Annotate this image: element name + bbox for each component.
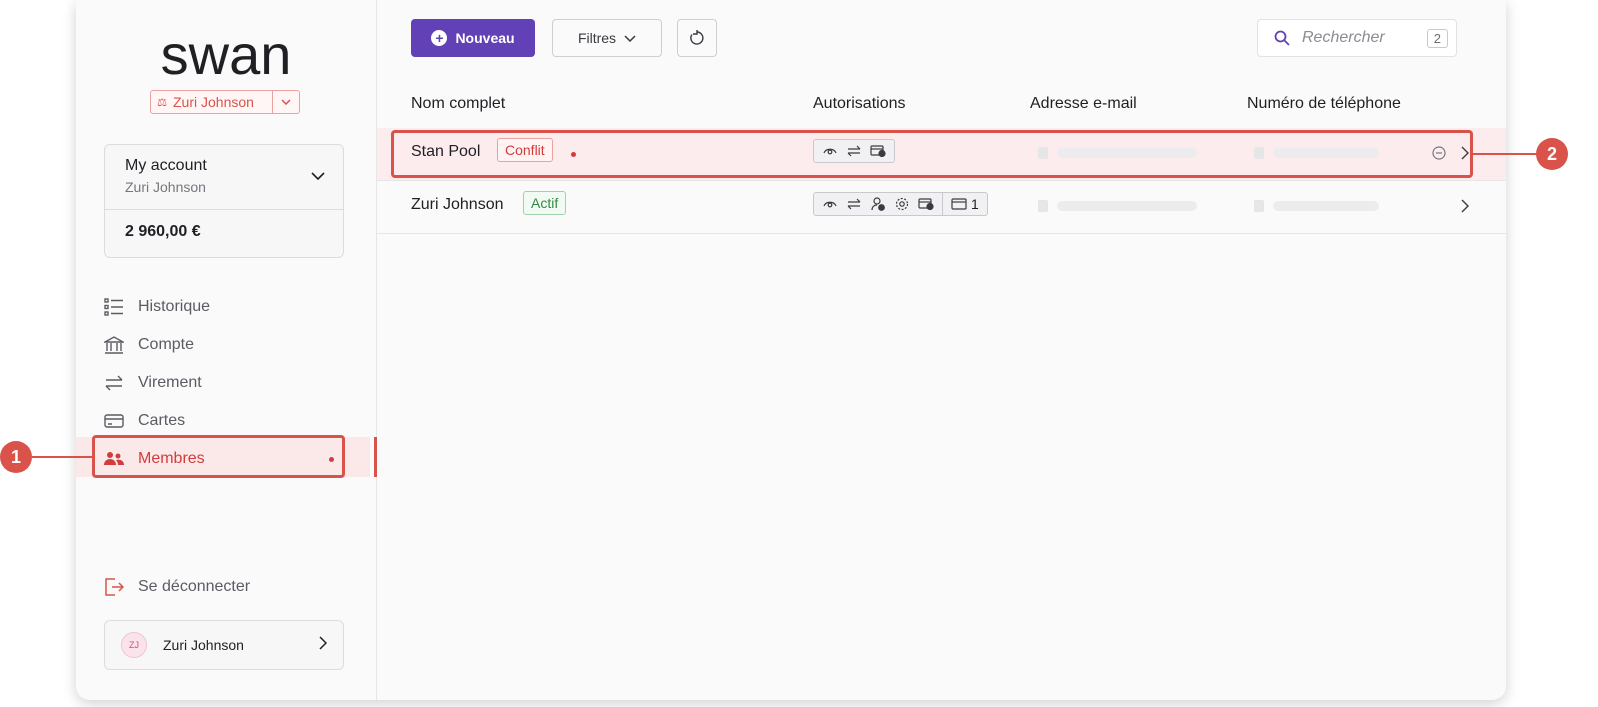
settings-icon	[890, 193, 914, 215]
account-name: My account	[125, 157, 207, 174]
flask-icon: ⚖	[157, 96, 167, 109]
email-value-redacted	[1057, 201, 1197, 211]
nav-label: Cartes	[138, 412, 186, 429]
refresh-button[interactable]	[677, 19, 717, 57]
nav-item-historique[interactable]: Historique	[104, 288, 344, 326]
account-card[interactable]: My account Zuri Johnson 2 960,00 €	[104, 144, 344, 258]
filters-button[interactable]: Filtres	[552, 19, 662, 57]
sidebar: swan ⚖ Zuri Johnson My account Zuri John…	[76, 0, 377, 700]
divider	[942, 193, 943, 215]
card-icon	[104, 413, 138, 429]
nav-item-virement[interactable]: Virement	[104, 364, 344, 402]
card-add-icon	[914, 193, 938, 215]
email-icon	[1037, 199, 1049, 218]
highlight-box-membres	[92, 435, 345, 478]
project-name: Zuri Johnson	[173, 94, 254, 110]
nav-label: Virement	[138, 374, 202, 391]
user-name: Zuri Johnson	[163, 637, 244, 653]
logout-label: Se déconnecter	[138, 578, 251, 595]
annotation-marker-2: 2	[1536, 138, 1568, 170]
phone-value-redacted	[1273, 201, 1379, 211]
nav-item-compte[interactable]: Compte	[104, 326, 344, 364]
app-window: swan ⚖ Zuri Johnson My account Zuri John…	[76, 0, 1506, 700]
project-selector[interactable]: ⚖ Zuri Johnson	[150, 90, 300, 114]
header-name: Nom complet	[411, 95, 506, 112]
nav-label: Historique	[138, 298, 211, 315]
status-badge: Actif	[523, 191, 567, 215]
card-icon	[951, 198, 967, 210]
search-shortcut-badge: 2	[1426, 28, 1448, 48]
transfer-arrows-icon	[104, 374, 138, 392]
filters-label: Filtres	[577, 30, 617, 46]
transfer-icon	[842, 193, 866, 215]
main-content: + Nouveau Filtres 2 Nom complet Autorisa…	[377, 0, 1506, 700]
plus-icon: +	[431, 30, 448, 46]
nav-label: Compte	[138, 336, 195, 353]
swan-logo: swan	[161, 28, 292, 84]
chevron-down-icon[interactable]	[272, 91, 299, 113]
logout-icon	[104, 578, 138, 596]
user-profile-card[interactable]: ZJ Zuri Johnson	[104, 620, 344, 670]
permissions-group: 1	[813, 192, 988, 216]
phone-icon	[1253, 199, 1265, 218]
search-input[interactable]	[1300, 28, 1414, 48]
annotation-line-1	[32, 456, 94, 458]
new-label: Nouveau	[455, 30, 515, 46]
highlight-box-row	[391, 130, 1473, 178]
account-selector[interactable]: My account Zuri Johnson	[105, 145, 343, 210]
refresh-icon	[690, 30, 704, 45]
history-list-icon	[104, 298, 138, 316]
bank-icon	[104, 336, 138, 354]
header-email: Adresse e-mail	[1030, 95, 1137, 112]
header-permissions: Autorisations	[813, 95, 906, 112]
svg-text:swan: swan	[161, 28, 292, 84]
chevron-down-icon	[624, 34, 636, 42]
logout-button[interactable]: Se déconnecter	[104, 578, 250, 596]
cards-count: 1	[947, 196, 983, 212]
avatar: ZJ	[121, 632, 147, 658]
annotation-marker-1: 1	[0, 441, 32, 473]
new-member-button[interactable]: + Nouveau	[411, 19, 535, 57]
chevron-right-icon	[1461, 199, 1469, 218]
search-icon	[1274, 30, 1290, 46]
view-icon	[818, 193, 842, 215]
table-row[interactable]: Zuri Johnson Actif 1	[377, 181, 1506, 234]
chevron-right-icon	[319, 635, 328, 655]
annotation-line-2	[1472, 153, 1538, 155]
member-name: Zuri Johnson	[411, 196, 504, 213]
account-balance: 2 960,00 €	[125, 223, 201, 240]
header-phone: Numéro de téléphone	[1247, 95, 1401, 112]
account-holder: Zuri Johnson	[125, 179, 206, 195]
cards-count-value: 1	[971, 196, 979, 212]
chevron-down-icon[interactable]	[311, 167, 325, 185]
search-field[interactable]: 2	[1257, 19, 1457, 57]
user-add-icon	[866, 193, 890, 215]
